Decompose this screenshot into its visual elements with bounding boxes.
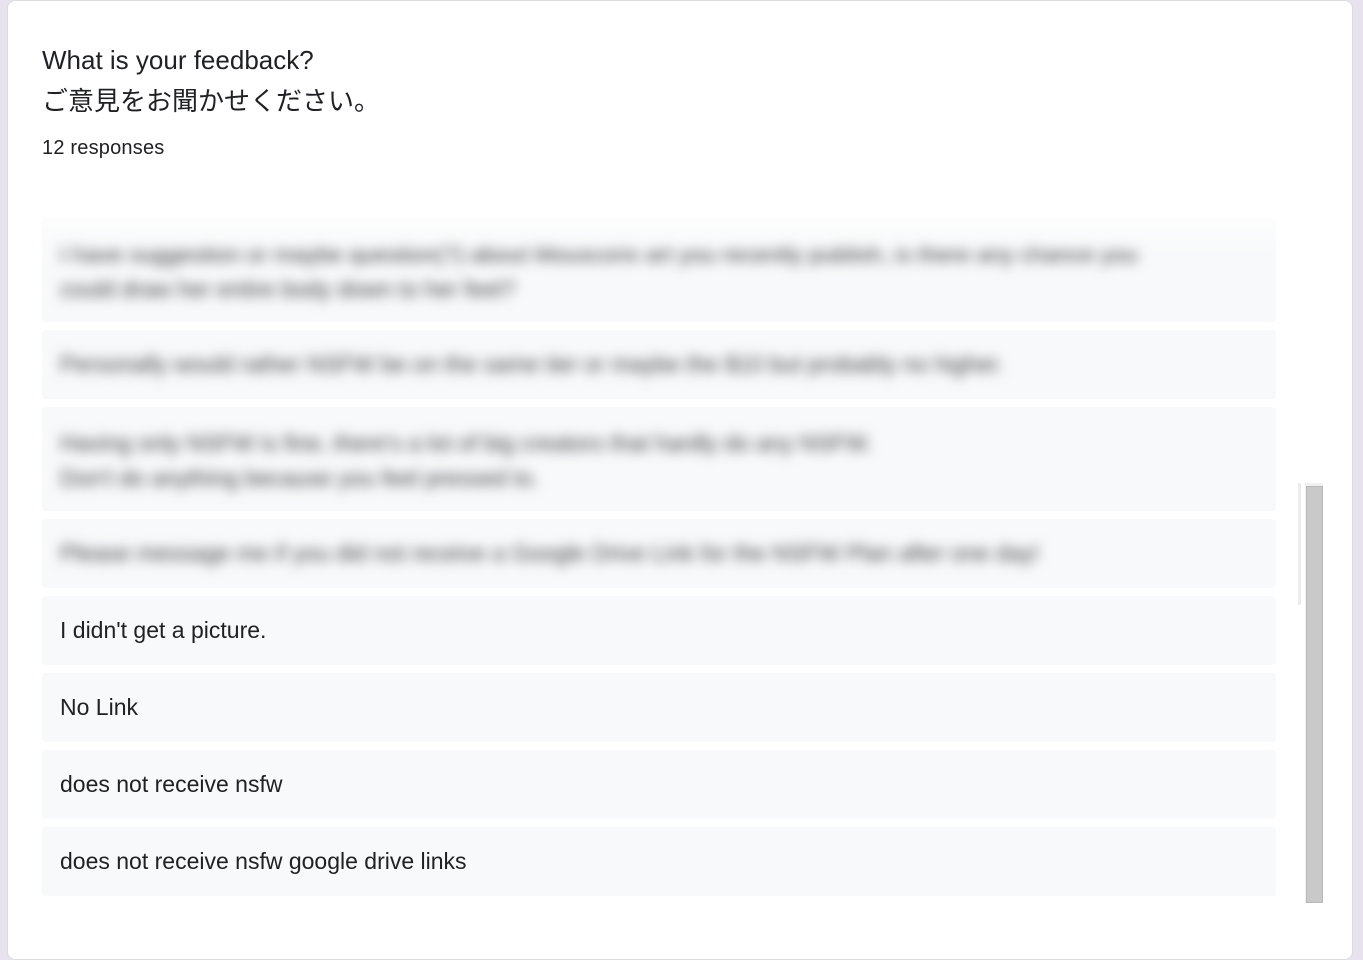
response-text: Please message me if you did not receive…	[60, 540, 1040, 566]
response-item: Having only NSFW is fine, there's a lot …	[42, 407, 1276, 511]
response-text: No Link	[60, 694, 138, 720]
response-list-content: I have suggestion or maybe question(?) a…	[42, 218, 1276, 904]
response-text: does not receive nsfw	[60, 771, 283, 797]
response-text: Having only NSFW is fine, there's a lot …	[60, 430, 873, 491]
response-list[interactable]: I have suggestion or maybe question(?) a…	[42, 196, 1276, 908]
response-item: I didn't get a picture.	[42, 596, 1276, 665]
scrollbar-thumb[interactable]	[1306, 486, 1323, 903]
response-text: Personally would rather NSFW be on the s…	[60, 351, 1004, 377]
response-text: does not receive nsfw google drive links	[60, 848, 467, 874]
response-text: I didn't get a picture.	[60, 617, 267, 643]
response-item: does not receive nsfw	[42, 750, 1276, 819]
response-item: does not receive nsfw google drive links	[42, 827, 1276, 896]
response-text: I have suggestion or maybe question(?) a…	[60, 241, 1138, 302]
response-count: 12 responses	[42, 137, 165, 159]
scrollbar-edge	[1298, 483, 1301, 605]
response-item: I have suggestion or maybe question(?) a…	[42, 218, 1276, 322]
response-item: No Link	[42, 673, 1276, 742]
response-item: Personally would rather NSFW be on the s…	[42, 330, 1276, 399]
question-title: What is your feedback? ご意見をお聞かせください。	[42, 45, 381, 116]
response-item: Please message me if you did not receive…	[42, 519, 1276, 588]
